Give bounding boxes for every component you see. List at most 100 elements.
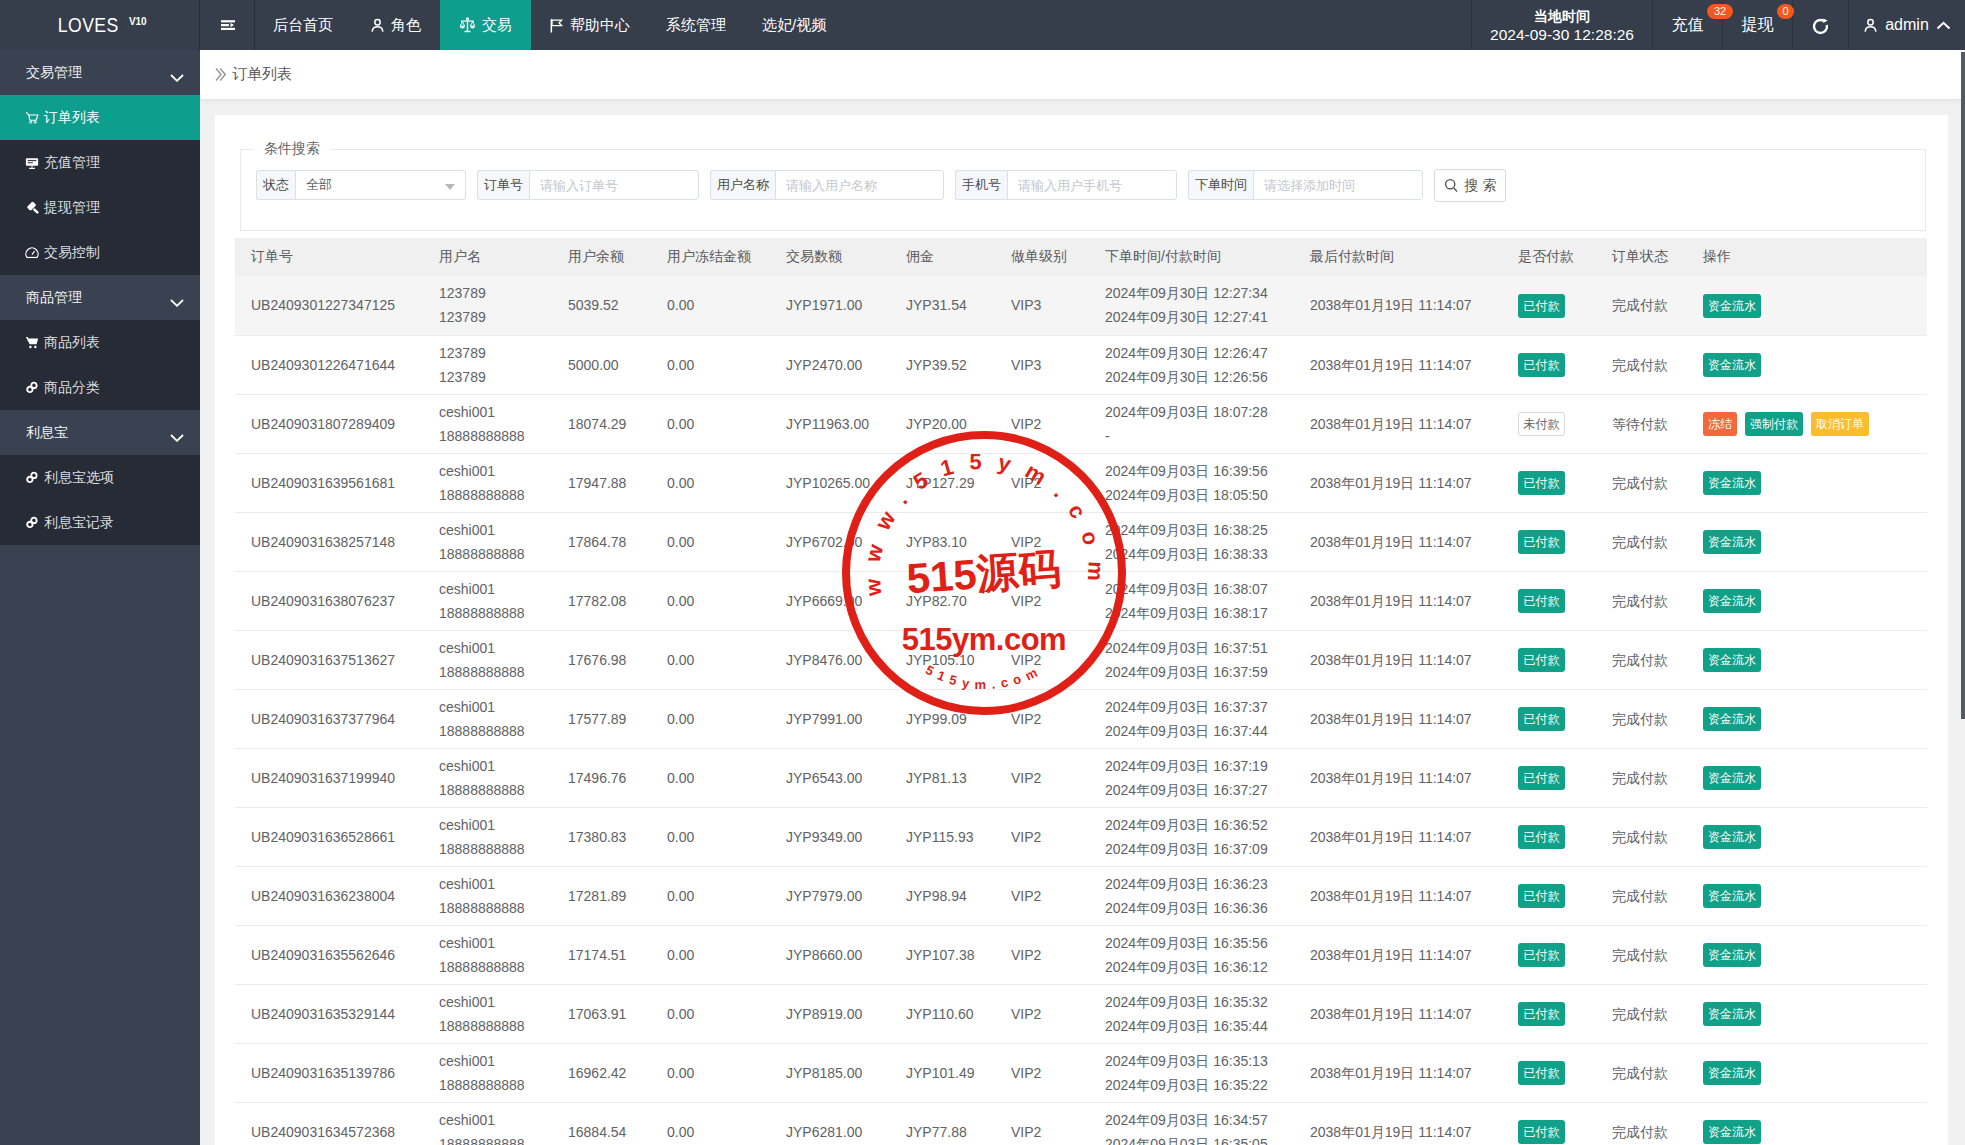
topnav-item-label: 帮助中心 — [570, 16, 630, 35]
withdraw-button[interactable]: 提现 0 — [1722, 0, 1792, 50]
sidebar-item-商品分类[interactable]: 商品分类 — [0, 365, 200, 410]
order-time: 2024年09月03日 16:34:57 — [1105, 1108, 1294, 1132]
cell-status: 完成付款 — [1596, 1043, 1687, 1102]
breadcrumb-title: 订单列表 — [232, 65, 292, 84]
cell-user: 123789123789 — [423, 276, 552, 335]
topnav-item-1[interactable]: 后台首页 — [255, 0, 351, 50]
order-no-input[interactable] — [540, 178, 688, 193]
action-button-资金流水[interactable]: 资金流水 — [1703, 353, 1761, 377]
sidebar-item-利息宝选项[interactable]: 利息宝选项 — [0, 455, 200, 500]
action-button-资金流水[interactable]: 资金流水 — [1703, 766, 1761, 790]
cell-order-no: UB2409031637513627 — [235, 630, 423, 689]
sidebar-group-label: 利息宝 — [26, 424, 68, 442]
table-row: UB24093012264716441237891237895000.000.0… — [235, 335, 1927, 394]
pay-time: 2024年09月03日 16:35:44 — [1105, 1014, 1294, 1038]
user-phone: 18888888888 — [439, 542, 552, 566]
paid-badge: 已付款 — [1518, 943, 1565, 967]
paid-badge: 已付款 — [1518, 530, 1565, 554]
sidebar-group-3[interactable]: 利息宝 — [0, 410, 200, 455]
recharge-button[interactable]: 充值 32 — [1652, 0, 1722, 50]
sidebar-item-充值管理[interactable]: 充值管理 — [0, 140, 200, 185]
search-button[interactable]: 搜 索 — [1434, 169, 1506, 202]
cell-user: ceshi00118888888888 — [423, 984, 552, 1043]
sidebar-item-商品列表[interactable]: 商品列表 — [0, 320, 200, 365]
sidebar-item-订单列表[interactable]: 订单列表 — [0, 95, 200, 140]
action-button-资金流水[interactable]: 资金流水 — [1703, 707, 1761, 731]
cell-paid: 已付款 — [1502, 276, 1596, 335]
cell-paid: 已付款 — [1502, 925, 1596, 984]
status-select[interactable]: 全部 — [295, 170, 466, 200]
page-scrollbar[interactable] — [1961, 50, 1965, 1145]
topnav-item-5[interactable]: 系统管理 — [648, 0, 744, 50]
cell-paid: 已付款 — [1502, 512, 1596, 571]
cart-icon — [25, 110, 39, 125]
user-name: ceshi001 — [439, 695, 552, 719]
cell-balance: 17782.08 — [552, 571, 651, 630]
topnav-item-4[interactable]: 帮助中心 — [531, 0, 648, 50]
menu-fold-icon — [220, 17, 236, 33]
action-button-资金流水[interactable]: 资金流水 — [1703, 825, 1761, 849]
cell-times: 2024年09月03日 16:38:252024年09月03日 16:38:33 — [1089, 512, 1294, 571]
cell-commission: JYP99.09 — [890, 689, 995, 748]
action-button-资金流水[interactable]: 资金流水 — [1703, 943, 1761, 967]
sidebar-group-1[interactable]: 交易管理 — [0, 50, 200, 95]
order-time: 2024年09月03日 16:35:32 — [1105, 990, 1294, 1014]
sidebar-item-提现管理[interactable]: 提现管理 — [0, 185, 200, 230]
cell-frozen: 0.00 — [651, 748, 770, 807]
cell-paid: 未付款 — [1502, 394, 1596, 453]
topnav-item-2[interactable]: 角色 — [351, 0, 440, 50]
topbar-right: 当地时间 2024-09-30 12:28:26 充值 32 提现 0 admi… — [1471, 0, 1965, 50]
cell-order-no: UB2409031635139786 — [235, 1043, 423, 1102]
column-header: 用户余额 — [552, 238, 651, 276]
admin-menu[interactable]: admin — [1848, 0, 1965, 50]
action-button-资金流水[interactable]: 资金流水 — [1703, 648, 1761, 672]
cell-balance: 17676.98 — [552, 630, 651, 689]
sidebar-item-利息宝记录[interactable]: 利息宝记录 — [0, 500, 200, 545]
action-button-资金流水[interactable]: 资金流水 — [1703, 1120, 1761, 1144]
cell-level: VIP2 — [995, 571, 1089, 630]
action-button-资金流水[interactable]: 资金流水 — [1703, 1002, 1761, 1026]
action-button-资金流水[interactable]: 资金流水 — [1703, 530, 1761, 554]
pay-time: 2024年09月03日 16:38:17 — [1105, 601, 1294, 625]
phone-input[interactable] — [1018, 178, 1166, 193]
action-button-资金流水[interactable]: 资金流水 — [1703, 294, 1761, 318]
cell-level: VIP3 — [995, 335, 1089, 394]
cell-times: 2024年09月03日 16:37:372024年09月03日 16:37:44 — [1089, 689, 1294, 748]
scrollbar-thumb[interactable] — [1961, 52, 1965, 719]
cell-level: VIP2 — [995, 748, 1089, 807]
admin-name: admin — [1885, 16, 1929, 34]
action-button-资金流水[interactable]: 资金流水 — [1703, 884, 1761, 908]
cell-order-no: UB2409031638257148 — [235, 512, 423, 571]
screen-icon — [25, 156, 39, 170]
cell-level: VIP2 — [995, 512, 1089, 571]
action-button-冻结[interactable]: 冻结 — [1703, 412, 1737, 436]
order-time-input[interactable] — [1264, 178, 1412, 193]
withdraw-label: 提现 — [1742, 15, 1774, 36]
user-icon — [370, 18, 385, 33]
pay-time: - — [1105, 424, 1294, 448]
sidebar-item-label: 利息宝选项 — [44, 469, 114, 487]
cell-level: VIP2 — [995, 689, 1089, 748]
sidebar-item-label: 交易控制 — [44, 244, 100, 262]
cell-user: ceshi00118888888888 — [423, 807, 552, 866]
order-time: 2024年09月03日 16:38:25 — [1105, 518, 1294, 542]
action-button-资金流水[interactable]: 资金流水 — [1703, 589, 1761, 613]
action-button-取消订单[interactable]: 取消订单 — [1811, 412, 1869, 436]
user-name: ceshi001 — [439, 754, 552, 778]
action-button-强制付款[interactable]: 强制付款 — [1745, 412, 1803, 436]
refresh-button[interactable] — [1792, 0, 1848, 50]
sidebar-toggle-button[interactable] — [201, 0, 255, 50]
cell-actions: 资金流水 — [1687, 1043, 1927, 1102]
username-input[interactable] — [786, 178, 933, 193]
action-button-资金流水[interactable]: 资金流水 — [1703, 1061, 1761, 1085]
sidebar-group-2[interactable]: 商品管理 — [0, 275, 200, 320]
column-header: 下单时间/付款时间 — [1089, 238, 1294, 276]
topnav-item-6[interactable]: 选妃/视频 — [744, 0, 844, 50]
column-header: 用户名 — [423, 238, 552, 276]
sidebar-item-交易控制[interactable]: 交易控制 — [0, 230, 200, 275]
cell-balance: 17864.78 — [552, 512, 651, 571]
orders-table-wrap: 订单号用户名用户余额用户冻结金额交易数额佣金做单级别下单时间/付款时间最后付款时… — [235, 238, 1928, 1145]
user-icon — [1863, 18, 1878, 33]
topnav-item-3[interactable]: 交易 — [440, 0, 531, 50]
action-button-资金流水[interactable]: 资金流水 — [1703, 471, 1761, 495]
